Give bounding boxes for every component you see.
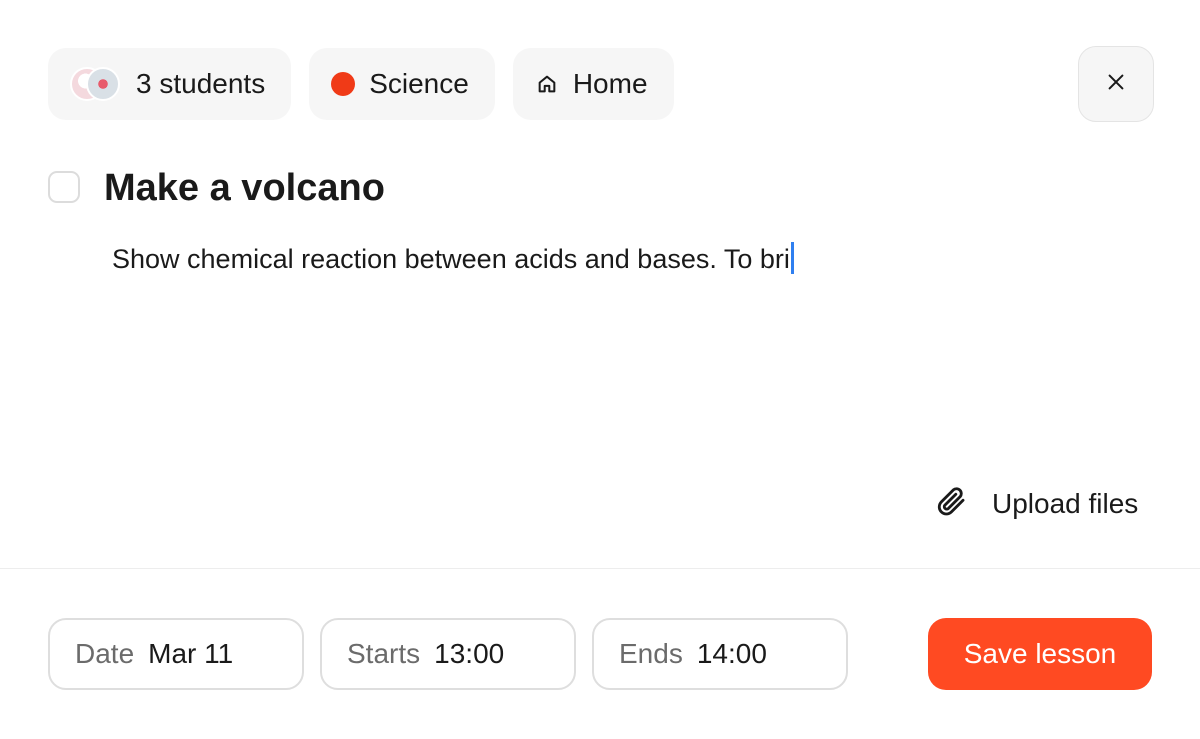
location-chip[interactable]: Home	[512, 48, 674, 120]
lesson-meta-chips: 3 students Science Home	[48, 48, 674, 120]
subject-chip[interactable]: Science	[309, 48, 495, 120]
task-complete-checkbox[interactable]	[48, 171, 80, 203]
end-time-field[interactable]: Ends 14:00	[592, 618, 848, 690]
date-label: Date	[75, 638, 135, 669]
end-time-label: Ends	[619, 638, 683, 669]
lesson-description-input[interactable]: Show chemical reaction between acids and…	[112, 240, 1112, 278]
start-time-value: 13:00	[434, 638, 505, 669]
date-field[interactable]: Date Mar 11	[48, 618, 304, 690]
lesson-title[interactable]: Make a volcano	[104, 162, 385, 214]
date-value: Mar 11	[148, 638, 234, 669]
upload-files-label: Upload files	[992, 488, 1139, 519]
subject-color-dot	[331, 72, 356, 96]
text-cursor	[790, 242, 794, 274]
start-time-field[interactable]: Starts 13:00	[320, 618, 576, 690]
save-lesson-button[interactable]: Save lesson	[928, 618, 1152, 690]
close-icon	[1105, 71, 1127, 98]
avatar	[86, 67, 120, 101]
location-chip-label: Home	[572, 68, 648, 99]
students-chip-label: 3 students	[136, 68, 266, 99]
end-time-value: 14:00	[696, 638, 767, 669]
student-avatars	[70, 67, 122, 101]
lesson-editor-modal: 3 students Science Home Make a volcano S…	[0, 0, 1200, 739]
footer-divider	[0, 568, 1200, 569]
upload-files-button[interactable]: Upload files	[934, 482, 1138, 526]
lesson-description-text: Show chemical reaction between acids and…	[112, 244, 790, 274]
paperclip-icon	[934, 484, 968, 525]
home-icon	[535, 72, 559, 96]
students-chip[interactable]: 3 students	[48, 48, 292, 120]
close-button[interactable]	[1078, 46, 1154, 122]
subject-chip-label: Science	[369, 68, 469, 99]
start-time-label: Starts	[347, 638, 421, 669]
